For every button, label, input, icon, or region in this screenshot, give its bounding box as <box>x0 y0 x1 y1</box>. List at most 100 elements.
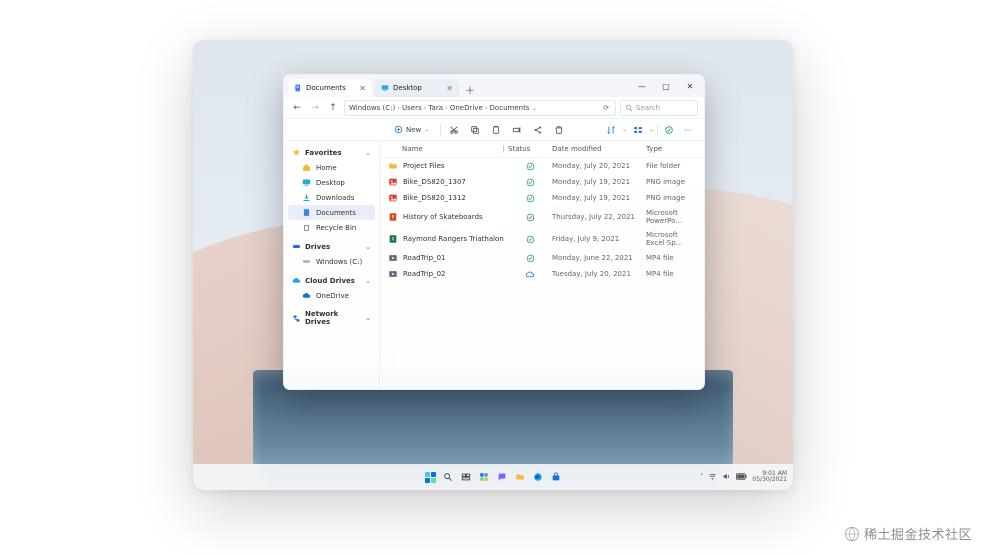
file-row[interactable]: Bike_DS820_1312Monday, July 19, 2021PNG … <box>380 190 704 206</box>
status-icon <box>508 178 552 187</box>
share-button[interactable] <box>530 122 546 138</box>
refresh-button[interactable]: ⟳ <box>601 104 611 112</box>
sidebar-item-windows-c[interactable]: Windows (C:) <box>288 254 375 269</box>
video-icon <box>388 253 398 263</box>
status-icon <box>508 162 552 171</box>
clock[interactable]: 9:01 AM 05/30/2021 <box>752 471 787 483</box>
minimize-button[interactable]: — <box>632 78 652 94</box>
column-header-type[interactable]: Type <box>646 145 698 153</box>
file-row[interactable]: RoadTrip_01Monday, June 22, 2021MP4 file <box>380 250 704 266</box>
file-date: Monday, July 19, 2021 <box>552 194 646 202</box>
maximize-button[interactable]: ▢ <box>656 78 676 94</box>
volume-icon[interactable] <box>722 472 731 483</box>
close-tab-icon[interactable]: ✕ <box>446 84 453 93</box>
battery-icon[interactable] <box>736 473 747 482</box>
column-header-status[interactable]: Status <box>508 145 552 153</box>
rename-button[interactable] <box>509 122 525 138</box>
tab-bar: Documents ✕ Desktop ✕ ＋ — ▢ ✕ <box>284 75 704 97</box>
up-button[interactable]: ↑ <box>326 101 340 115</box>
window-controls: — ▢ ✕ <box>632 75 700 97</box>
search-icon <box>625 104 633 112</box>
sidebar-item-documents[interactable]: Documents <box>288 205 375 220</box>
disk-icon <box>302 257 311 266</box>
tab-desktop[interactable]: Desktop ✕ <box>375 79 459 97</box>
delete-button[interactable] <box>551 122 567 138</box>
file-date: Friday, July 9, 2021 <box>552 235 646 243</box>
sidebar-group-network[interactable]: Network Drives ⌄ <box>288 307 375 329</box>
svg-text:X: X <box>392 237 395 242</box>
folder-icon <box>388 161 398 171</box>
column-header-name[interactable]: Name▏ <box>388 145 508 153</box>
edge-button[interactable] <box>532 471 544 483</box>
chevron-up-icon[interactable]: ˄ <box>700 473 704 481</box>
status-icon <box>508 235 552 244</box>
file-row[interactable]: Project FilesMonday, July 20, 2021File f… <box>380 158 704 174</box>
sidebar-group-favorites[interactable]: Favorites ⌄ <box>288 145 375 160</box>
breadcrumb[interactable]: OneDrive <box>450 104 483 112</box>
chat-button[interactable] <box>496 471 508 483</box>
new-tab-button[interactable]: ＋ <box>462 81 478 97</box>
downloads-icon <box>302 193 311 202</box>
sidebar-item-onedrive[interactable]: OneDrive <box>288 288 375 303</box>
file-name: RoadTrip_02 <box>403 270 508 278</box>
file-list: Name▏ Status Date modified Type Project … <box>380 141 704 389</box>
back-button[interactable]: ← <box>290 101 304 115</box>
tab-documents[interactable]: Documents ✕ <box>288 79 372 97</box>
file-date: Monday, July 20, 2021 <box>552 162 646 170</box>
view-button[interactable] <box>630 122 646 138</box>
more-button[interactable]: ⋯ <box>680 122 696 138</box>
close-button[interactable]: ✕ <box>680 78 700 94</box>
column-header-date[interactable]: Date modified <box>552 145 646 153</box>
watermark: 稀土掘金技术社区 <box>844 524 972 543</box>
file-row[interactable]: RoadTrip_02 Tuesday, July 20, 2021MP4 fil… <box>380 266 704 282</box>
file-row[interactable]: Bike_DS820_1307Monday, July 19, 2021PNG … <box>380 174 704 190</box>
chevron-down-icon: ⌄ <box>365 314 371 322</box>
breadcrumb[interactable]: Users <box>402 104 422 112</box>
copy-button[interactable] <box>467 122 483 138</box>
sidebar-group-drives[interactable]: Drives ⌄ <box>288 239 375 254</box>
wifi-icon[interactable] <box>708 472 717 483</box>
file-row[interactable]: PHistory of SkateboardsThursday, July 22… <box>380 206 704 228</box>
search-button[interactable] <box>442 471 454 483</box>
sidebar-item-home[interactable]: Home <box>288 160 375 175</box>
sidebar-item-recycle[interactable]: Recycle Bin <box>288 220 375 235</box>
breadcrumb[interactable]: Documents <box>490 104 530 112</box>
file-date: Monday, June 22, 2021 <box>552 254 646 262</box>
search-input[interactable]: Search <box>620 100 698 116</box>
explorer-button[interactable] <box>514 471 526 483</box>
breadcrumb[interactable]: Windows (C:) <box>349 104 395 112</box>
star-icon <box>292 148 301 157</box>
file-date: Tuesday, July 20, 2021 <box>552 270 646 278</box>
file-type: MP4 file <box>646 270 698 278</box>
status-icon <box>508 270 552 279</box>
task-view-button[interactable] <box>460 471 472 483</box>
widgets-button[interactable] <box>478 471 490 483</box>
store-button[interactable] <box>550 471 562 483</box>
address-row: ← → ↑ Windows (C:)› Users› Tara› OneDriv… <box>284 97 704 119</box>
new-button[interactable]: New ⌄ <box>388 123 435 136</box>
sidebar-item-downloads[interactable]: Downloads <box>288 190 375 205</box>
taskbar-right: ˄ 9:01 AM 05/30/2021 <box>700 471 787 483</box>
address-bar[interactable]: Windows (C:)› Users› Tara› OneDrive› Doc… <box>344 100 616 116</box>
video-icon <box>388 269 398 279</box>
status-icon <box>508 254 552 263</box>
breadcrumb[interactable]: Tara <box>428 104 443 112</box>
file-row[interactable]: XRaymond Rangers TriathalonFriday, July … <box>380 228 704 250</box>
cut-button[interactable] <box>446 122 462 138</box>
file-name: Project Files <box>403 162 508 170</box>
close-tab-icon[interactable]: ✕ <box>359 84 366 93</box>
paste-button[interactable] <box>488 122 504 138</box>
drive-icon <box>292 242 301 251</box>
xls-icon: X <box>388 234 398 244</box>
forward-button[interactable]: → <box>308 101 322 115</box>
sort-button[interactable] <box>603 122 619 138</box>
tab-label: Desktop <box>393 84 422 92</box>
sidebar-item-desktop[interactable]: Desktop <box>288 175 375 190</box>
start-button[interactable] <box>424 471 436 483</box>
sidebar-group-cloud[interactable]: Cloud Drives ⌄ <box>288 273 375 288</box>
status-icon <box>508 213 552 222</box>
file-name: RoadTrip_01 <box>403 254 508 262</box>
file-type: Microsoft PowerPo… <box>646 209 698 225</box>
documents-icon <box>294 84 302 92</box>
sync-status-button[interactable] <box>661 122 677 138</box>
